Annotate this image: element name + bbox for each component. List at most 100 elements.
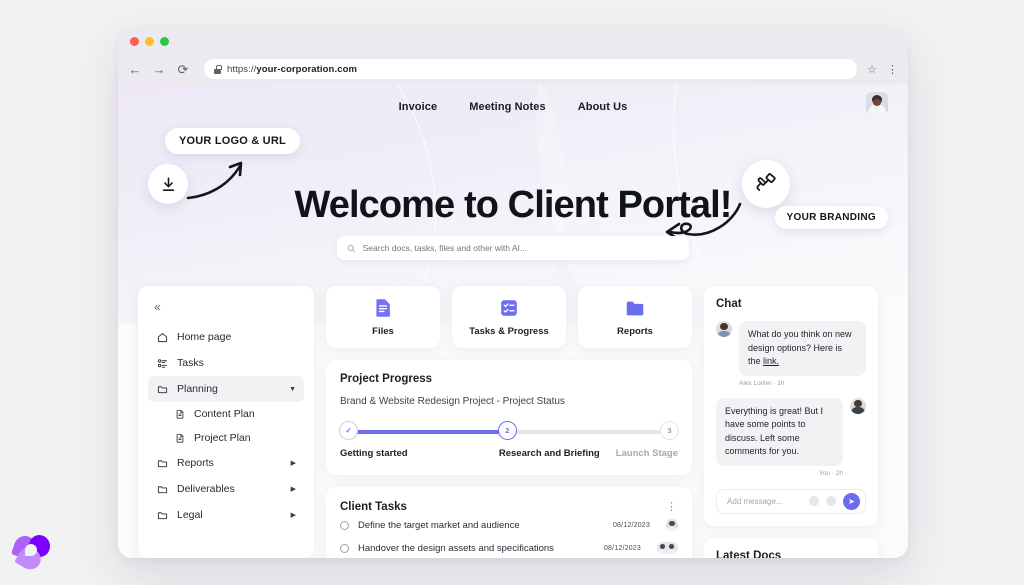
document-icon <box>174 432 186 444</box>
sidebar-column: « Home page Tasks Planning ▼ Content Pla… <box>138 286 314 558</box>
your-logo-url-callout: YOUR LOGO & URL <box>165 128 300 154</box>
chat-bubble: Everything is great! But I have some poi… <box>716 397 843 466</box>
sidebar-subitem-label: Content Plan <box>194 408 255 420</box>
sidebar-item-deliverables[interactable]: Deliverables ▶ <box>148 476 304 502</box>
progress-label-2: Research and Briefing <box>498 448 600 459</box>
progress-fill <box>348 430 507 434</box>
sidebar-item-label: Planning <box>177 383 218 395</box>
search-bar[interactable] <box>337 236 689 260</box>
file-lines-icon <box>372 297 394 319</box>
nav-link-meeting-notes[interactable]: Meeting Notes <box>469 101 545 113</box>
sidebar-item-label: Reports <box>177 457 214 469</box>
brand-logo <box>11 533 53 574</box>
card-title: Latest Docs <box>716 549 782 559</box>
browser-toolbar: ← → ⟳ https://your-corporation.com ☆ ⋮ <box>118 54 908 84</box>
sidebar-item-reports[interactable]: Reports ▶ <box>148 450 304 476</box>
sidebar-item-home-page[interactable]: Home page <box>148 324 304 350</box>
search-input[interactable] <box>362 243 679 253</box>
sidebar: « Home page Tasks Planning ▼ Content Pla… <box>138 286 314 558</box>
chat-bubble: What do you think on new design options?… <box>739 321 866 376</box>
sidebar-item-label: Legal <box>177 509 203 521</box>
avatar[interactable] <box>850 397 866 414</box>
progress-step-2[interactable]: 2 <box>498 422 516 439</box>
attachment-icon[interactable] <box>826 496 836 506</box>
avatar-group[interactable] <box>657 542 678 554</box>
progress-step-3[interactable]: 3 <box>661 422 678 439</box>
chevron-right-icon[interactable]: ▶ <box>291 459 296 467</box>
task-date: 08/12/2023 <box>603 544 641 552</box>
tile-files[interactable]: Files <box>326 286 440 348</box>
chat-message-incoming: What do you think on new design options?… <box>716 321 866 387</box>
task-date: 08/12/2023 <box>612 521 650 529</box>
task-checkbox[interactable] <box>340 520 349 530</box>
sidebar-item-tasks[interactable]: Tasks <box>148 350 304 376</box>
tile-tasks-progress[interactable]: Tasks & Progress <box>452 286 566 348</box>
close-window-button[interactable] <box>130 36 139 46</box>
user-avatar[interactable] <box>866 92 888 114</box>
progress-track: ✓ 2 3 <box>340 422 678 440</box>
home-icon <box>156 331 168 343</box>
folder-icon <box>156 509 168 521</box>
chat-card: Chat What do you think on new design opt… <box>704 286 878 526</box>
back-icon[interactable]: ← <box>128 63 142 76</box>
page-body: Invoice Meeting Notes About Us YOUR LOGO… <box>118 84 908 558</box>
avatar-face <box>873 98 881 106</box>
minimize-window-button[interactable] <box>145 36 154 46</box>
chat-meta: You · 2h <box>819 469 843 477</box>
chevron-right-icon[interactable]: ▶ <box>291 485 296 493</box>
forward-icon[interactable]: → <box>152 63 166 76</box>
chat-input-row[interactable]: Add message... ➤ <box>716 488 866 514</box>
content-area: « Home page Tasks Planning ▼ Content Pla… <box>118 286 908 558</box>
top-navigation: Invoice Meeting Notes About Us <box>118 84 908 130</box>
task-checkbox[interactable] <box>340 543 349 553</box>
checklist-icon <box>498 297 520 319</box>
tile-label: Reports <box>617 326 653 337</box>
emoji-icon[interactable] <box>809 496 819 506</box>
folder-icon <box>156 383 168 395</box>
browser-menu-icon[interactable]: ⋮ <box>887 63 898 76</box>
nav-link-invoice[interactable]: Invoice <box>399 101 438 113</box>
sidebar-subitem-project-plan[interactable]: Project Plan <box>148 426 304 450</box>
table-row[interactable]: Define the target market and audience 08… <box>340 513 678 536</box>
sidebar-item-planning[interactable]: Planning ▼ <box>148 376 304 402</box>
bookmark-star-icon[interactable]: ☆ <box>867 63 877 76</box>
chat-meta: Alex Lovter · 1h <box>739 379 785 387</box>
sidebar-subitem-content-plan[interactable]: Content Plan <box>148 402 304 426</box>
chat-message-outgoing: Everything is great! But I have some poi… <box>716 397 866 477</box>
table-row[interactable]: Handover the design assets and specifica… <box>340 536 678 558</box>
folder-icon <box>156 457 168 469</box>
nav-links: Invoice Meeting Notes About Us <box>399 101 628 113</box>
logo-center <box>25 544 37 556</box>
search-icon <box>347 244 355 252</box>
send-message-button[interactable]: ➤ <box>843 492 860 510</box>
sidebar-item-label: Deliverables <box>177 483 235 495</box>
chevron-down-icon[interactable]: ▼ <box>289 386 296 393</box>
document-icon <box>174 408 186 420</box>
avatar[interactable] <box>716 321 732 337</box>
card-title: Client Tasks <box>340 500 407 513</box>
project-subtitle: Brand & Website Redesign Project - Proje… <box>340 396 565 407</box>
sidebar-item-legal[interactable]: Legal ▶ <box>148 502 304 528</box>
maximize-window-button[interactable] <box>160 36 169 46</box>
task-label: Handover the design assets and specifica… <box>358 542 554 554</box>
more-options-icon[interactable]: ⋮ <box>666 500 678 513</box>
reload-icon[interactable]: ⟳ <box>176 63 190 76</box>
url-text: https://your-corporation.com <box>227 63 358 75</box>
nav-link-about-us[interactable]: About Us <box>578 101 628 113</box>
chevron-right-icon[interactable]: ▶ <box>291 511 296 519</box>
chat-link[interactable]: link. <box>763 356 779 366</box>
progress-label-1: Getting started <box>340 448 408 459</box>
browser-window: ← → ⟳ https://your-corporation.com ☆ ⋮ I… <box>118 28 908 558</box>
progress-step-1[interactable]: ✓ <box>340 422 357 439</box>
sidebar-item-label: Home page <box>177 331 232 343</box>
client-tasks-card: Client Tasks ⋮ Define the target market … <box>326 487 692 558</box>
screenshot-root: ← → ⟳ https://your-corporation.com ☆ ⋮ I… <box>0 0 1024 585</box>
url-bar[interactable]: https://your-corporation.com <box>204 59 858 79</box>
collapse-sidebar-button[interactable]: « <box>148 298 304 324</box>
progress-label-3: Launch Stage <box>615 448 678 459</box>
avatar[interactable] <box>666 519 678 531</box>
chat-input-placeholder[interactable]: Add message... <box>727 497 783 506</box>
tile-reports[interactable]: Reports <box>578 286 692 348</box>
sidebar-subitem-label: Project Plan <box>194 432 251 444</box>
sidebar-item-label: Tasks <box>177 357 204 369</box>
